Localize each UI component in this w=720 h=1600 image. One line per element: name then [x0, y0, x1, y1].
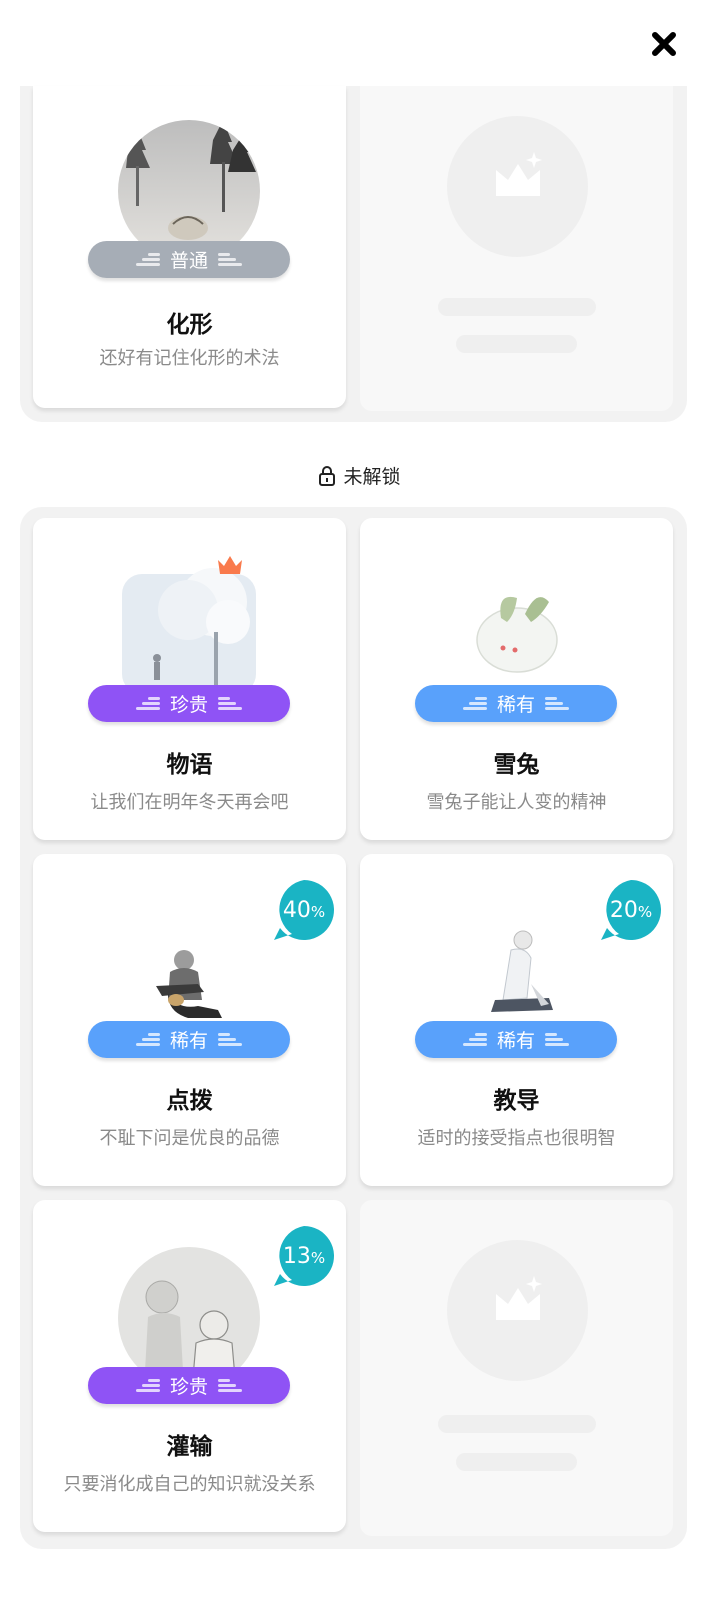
rarity-label: 稀有 [496, 694, 535, 716]
rarity-deco-right [545, 697, 569, 710]
achievement-title: 教导 [493, 1088, 540, 1114]
achievement-desc: 让我们在明年冬天再会吧 [90, 792, 289, 813]
rarity-label: 珍贵 [169, 694, 208, 716]
rarity-deco-left [135, 253, 160, 266]
placeholder-bar [438, 1415, 596, 1433]
rarity-badge: 稀有 [88, 1021, 290, 1058]
rarity-deco-right [218, 253, 242, 266]
achievement-title: 灌输 [166, 1434, 213, 1460]
progress-text: 40% [283, 898, 325, 923]
achievement-card-dianbo[interactable]: 40% 稀有 点拨 不耻下问是优良的品德 [33, 854, 346, 1186]
achievement-desc: 还好有记住化形的术法 [99, 348, 280, 369]
placeholder-bar [456, 335, 577, 353]
achievement-desc: 适时的接受指点也很明智 [417, 1128, 616, 1149]
achievement-desc: 不耻下问是优良的品德 [99, 1128, 280, 1149]
rarity-label: 稀有 [496, 1030, 535, 1052]
progress-badge: 40% [272, 878, 336, 942]
rarity-deco-right [218, 1033, 242, 1046]
achievement-card-wuyu[interactable]: 珍贵 物语 让我们在明年冬天再会吧 [33, 518, 346, 840]
placeholder-bar [438, 298, 596, 316]
progress-badge: 13% [272, 1224, 336, 1288]
crown-placeholder-icon [496, 152, 542, 196]
achievement-title: 物语 [166, 752, 213, 778]
achievement-card-jiaodao[interactable]: 20% 稀有 教导 适时的接受指点也很明智 [360, 854, 673, 1186]
rarity-deco-left [462, 1033, 487, 1046]
close-icon [652, 32, 676, 56]
locked-panel: 珍贵 物语 让我们在明年冬天再会吧 稀有 雪兔 雪兔子能让人变的精神 40% 稀… [20, 507, 687, 1549]
achievement-title: 雪兔 [493, 752, 540, 778]
achievement-image-jiaodao [445, 888, 587, 1030]
rarity-deco-left [135, 697, 160, 710]
placeholder-card [360, 86, 673, 411]
locked-label-text: 未解锁 [343, 466, 401, 488]
achievement-title: 点拨 [166, 1088, 213, 1114]
unlocked-panel: 普通 化形 还好有记住化形的术法 [20, 86, 687, 422]
placeholder-card [360, 1200, 673, 1536]
rarity-deco-left [462, 697, 487, 710]
rarity-badge: 珍贵 [88, 685, 290, 722]
progress-text: 20% [610, 898, 652, 923]
achievement-title: 化形 [166, 312, 213, 338]
crown-icon [218, 556, 242, 574]
rarity-deco-left [135, 1033, 160, 1046]
lock-icon [319, 465, 336, 486]
rarity-label: 普通 [169, 250, 208, 272]
progress-value: 40 [282, 897, 311, 923]
achievement-desc: 雪兔子能让人变的精神 [426, 792, 607, 813]
progress-text: 13% [283, 1244, 325, 1269]
close-button[interactable] [648, 28, 680, 60]
rarity-deco-left [135, 1379, 160, 1392]
placeholder-bar [456, 1453, 577, 1471]
achievement-image-xuetu [445, 552, 587, 694]
achievement-card-guanshu[interactable]: 13% 珍贵 灌输 只要消化成自己的知识就没关系 [33, 1200, 346, 1532]
progress-unit: % [310, 1248, 326, 1267]
rarity-badge: 稀有 [415, 1021, 617, 1058]
rarity-badge: 稀有 [415, 685, 617, 722]
crown-placeholder-icon [496, 1276, 542, 1320]
progress-badge: 20% [599, 878, 663, 942]
locked-section-label: 未解锁 [0, 462, 720, 489]
progress-unit: % [637, 902, 653, 921]
rarity-deco-right [218, 1379, 242, 1392]
progress-value: 13 [282, 1243, 311, 1269]
rarity-label: 珍贵 [169, 1376, 208, 1398]
rarity-deco-right [545, 1033, 569, 1046]
achievement-image-dianbo [118, 888, 260, 1030]
achievement-desc: 只要消化成自己的知识就没关系 [63, 1474, 316, 1495]
progress-unit: % [310, 902, 326, 921]
rarity-badge: 珍贵 [88, 1367, 290, 1404]
achievement-card-xuetu[interactable]: 稀有 雪兔 雪兔子能让人变的精神 [360, 518, 673, 840]
rarity-label: 稀有 [169, 1030, 208, 1052]
rarity-badge: 普通 [88, 241, 290, 278]
rarity-deco-right [218, 697, 242, 710]
achievement-card-huaxing[interactable]: 普通 化形 还好有记住化形的术法 [33, 86, 346, 408]
progress-value: 20 [609, 897, 638, 923]
